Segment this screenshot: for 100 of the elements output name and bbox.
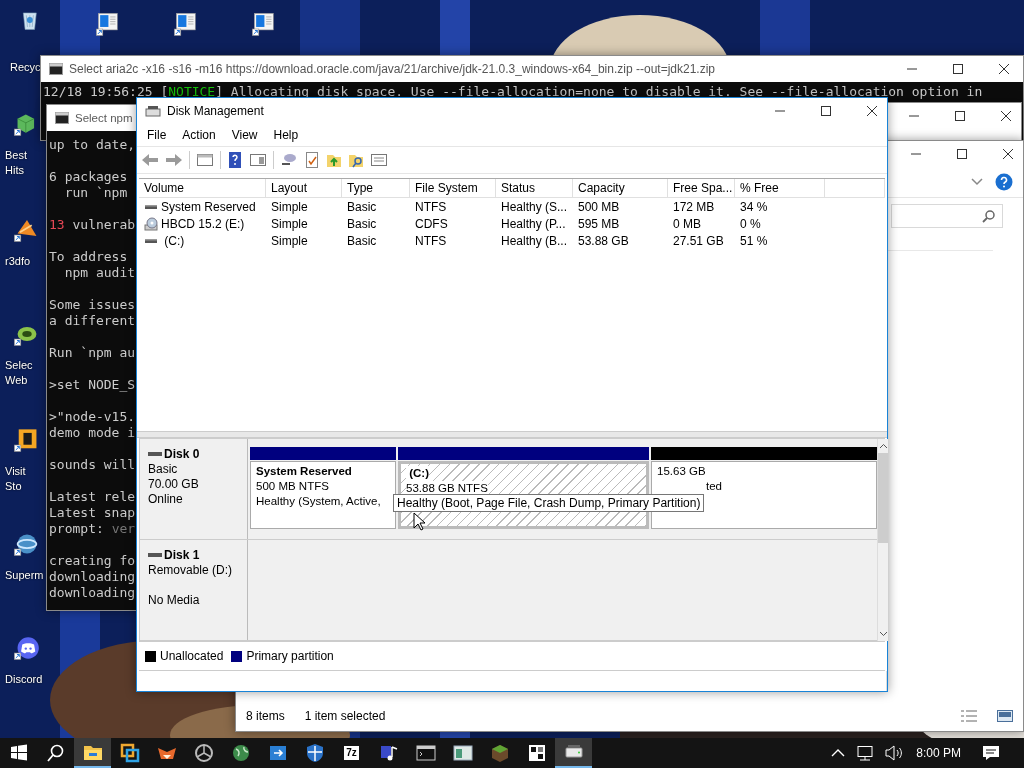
icon-label: Visit Sto [5,464,26,494]
scroll-down-icon[interactable] [878,631,888,637]
puzzle-icon [526,743,547,763]
maximize-icon [953,64,963,74]
window-icon [452,743,473,763]
window-title: Select npm [75,112,133,124]
legend-label: Primary partition [246,649,334,663]
taskbar-button[interactable] [555,738,592,768]
console-line: Some issues [49,297,136,313]
table-cell: 34 % [740,199,768,214]
volume-icon[interactable] [885,745,904,761]
table-cell: System Reserved [161,199,256,214]
list-icon[interactable] [370,152,388,168]
console-line: 12/18 19:56:25 [NOTICE] Allocating disk space. Use --file-allocation=none to disable it. See --file-allocation option in [43,84,983,100]
forward-arrow-icon[interactable] [165,152,183,168]
console-line: creating fo [49,553,136,569]
console-line: 6 packages [49,169,128,185]
back-arrow-icon[interactable] [141,152,159,168]
item-count: 8 items [246,709,285,723]
chevron-up-icon[interactable] [831,748,846,758]
table-cell: 53.88 GB [578,233,629,248]
network-icon[interactable] [855,745,876,761]
table-cell: NTFS [415,199,447,214]
table-cell: Simple [271,216,308,231]
maximize-icon [955,111,965,121]
partition-size: 500 MB NTFS [256,479,329,494]
table-cell: Simple [271,233,308,248]
search-icon [45,743,66,763]
connect-icon[interactable] [280,152,298,168]
column-header[interactable]: % Free [735,179,825,197]
scrollbar[interactable] [877,439,888,641]
partition-status: Healthy (System, Active, [256,494,381,509]
console-line: To address [49,249,128,265]
menu-item[interactable]: File [139,126,175,144]
console-line: downloading [49,585,136,601]
column-header[interactable]: Capacity [573,179,668,197]
console-line: demo mode i [49,425,136,441]
console-line: sounds will [49,457,136,473]
chat-icon[interactable] [14,636,40,660]
partition-name: System Reserved [256,464,352,479]
icon-label: Superm [5,568,44,583]
console-line: up to date, [49,137,136,153]
icon-label: Best Hits [5,148,27,178]
taskbar-button[interactable] [74,738,111,768]
table-cell: Basic [347,199,377,214]
console-line: run `npm [63,185,128,201]
globe-icon [230,743,251,763]
column-header[interactable]: Volume [139,179,266,197]
menu-item[interactable]: View [223,126,266,144]
arrow-panel-icon [267,743,288,763]
console-line: prompt: ver [49,521,136,537]
globe-icon[interactable] [14,532,40,556]
disk-detail: Removable (D:) [148,563,233,578]
maximize-icon [957,149,967,159]
search-field[interactable] [891,204,1003,228]
start-icon [8,743,29,763]
table-cell: HBCD 15.2 (E:) [161,216,245,231]
table-cell: Healthy (P... [501,216,566,231]
table-cell: Healthy (B... [501,233,568,248]
taskbar-button[interactable]: 7z [333,738,370,768]
scroll-up-icon[interactable] [878,443,888,449]
menu-item[interactable]: Help [265,126,307,144]
partition-name: (C:) [406,466,429,481]
console-line: npm audit [63,265,136,281]
table-cell-text: (C:) [163,233,185,248]
partition-block[interactable]: System Reserved 500 MB NTFS Healthy (System, Active, [250,461,396,529]
selection-count: 1 item selected [304,709,386,723]
help-icon[interactable] [227,151,243,169]
notification-icon[interactable] [982,745,1000,761]
table-cell: Basic [347,216,377,231]
icon-label: r3dfo [5,254,31,269]
table-cell: 595 MB [578,216,620,231]
table-cell: 0 MB [673,216,701,231]
disk-status: No Media [148,593,200,608]
scroll-thumb[interactable] [878,453,888,543]
legend-label: Unallocated [160,649,224,663]
column-header[interactable]: File System [410,179,496,197]
column-header[interactable]: Layout [266,179,342,197]
column-header[interactable]: Free Spa... [668,179,735,197]
console-icon [49,63,63,75]
clock[interactable]: 8:00 PM [916,746,961,760]
table-cell: 27.51 GB [673,233,724,248]
column-header[interactable]: Status [496,179,573,197]
window-title: Disk Management [167,104,264,118]
close-icon [1001,111,1011,121]
icon-label: Selec Web [5,358,33,388]
chevron-down-icon[interactable] [971,178,983,186]
checklist-icon[interactable] [304,151,320,169]
tiles-view-icon[interactable] [997,710,1013,722]
panel-icon[interactable] [249,152,267,168]
disk-detail: Basic [148,462,178,477]
window-title: Select aria2c -x16 -s16 -m16 https://download.oracle.com/java/21/archive/jdk-21.0.3_windows-x64_bin.zip --out=jdk21.zip [69,62,715,76]
help-icon[interactable] [995,173,1013,191]
column-header[interactable]: Type [342,179,410,197]
block-icon [489,743,510,763]
console-line: downloading [49,569,136,585]
music-icon [378,743,399,763]
panel-icon[interactable] [196,152,214,168]
menu-item[interactable]: Action [174,126,224,144]
console-line: 13 vulnerab [49,217,136,233]
